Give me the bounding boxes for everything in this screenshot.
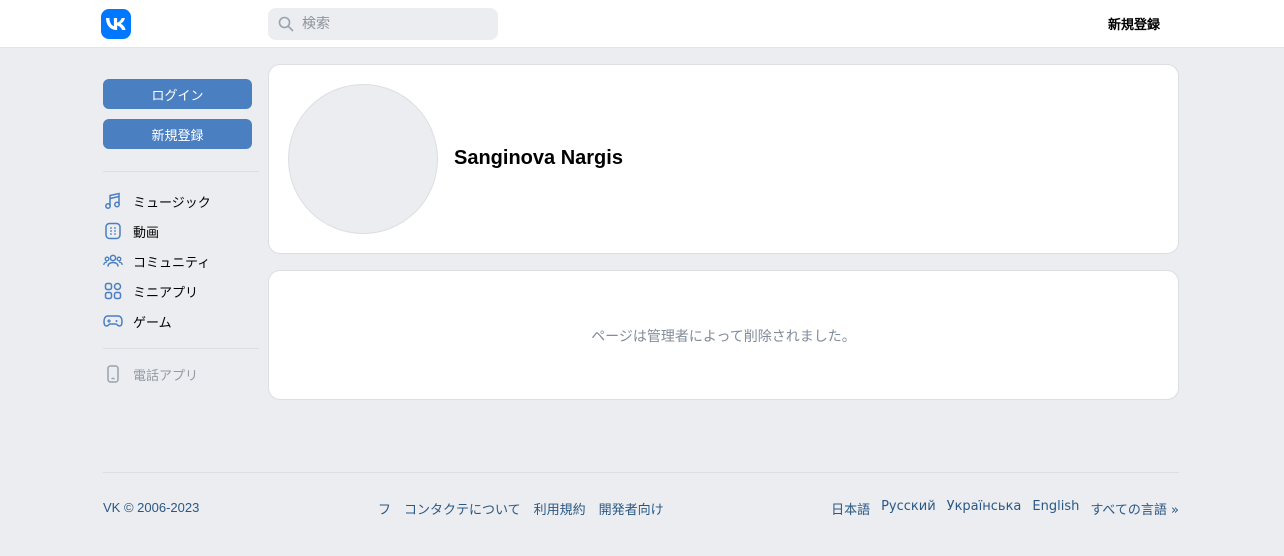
sidebar-item-community[interactable]: コミュニティ [103, 250, 210, 272]
sidebar-item-video[interactable]: 動画 [103, 220, 159, 242]
footer-link-terms[interactable]: 利用規約 [534, 499, 586, 518]
lang-all[interactable]: すべての言語 » [1090, 499, 1179, 518]
profile-header-card: Sanginova Nargis [268, 64, 1179, 254]
lang-russian[interactable]: Русский [881, 499, 936, 518]
sidebar-item-mini-apps[interactable]: ミニアプリ [103, 280, 198, 302]
sidebar-item-label: ゲーム [133, 315, 172, 331]
vk-logo[interactable] [101, 9, 131, 39]
signup-link[interactable]: 新規登録 [1108, 14, 1160, 33]
lang-ukrainian[interactable]: Українська [947, 499, 1022, 518]
footer-link-f[interactable]: フ [378, 499, 391, 518]
sidebar-item-label: コミュニティ [133, 255, 211, 271]
sidebar-divider [103, 171, 259, 172]
avatar [288, 84, 438, 234]
gamepad-icon [103, 311, 123, 331]
sidebar-item-label: 電話アプリ [133, 368, 199, 384]
language-links: 日本語 Русский Українська English すべての言語 » [831, 499, 1179, 518]
vk-logo-icon [106, 18, 126, 30]
video-icon [103, 221, 123, 241]
music-icon [103, 191, 123, 211]
lang-japanese[interactable]: 日本語 [831, 499, 870, 518]
copyright: VK © 2006-2023 [103, 500, 200, 515]
deleted-notice-card: ページは管理者によって削除されました。 [268, 270, 1179, 400]
mini-apps-icon [103, 281, 123, 301]
sidebar-item-label: 動画 [133, 225, 160, 241]
search-input[interactable] [302, 16, 492, 32]
profile-name: Sanginova Nargis [454, 147, 623, 169]
top-bar: 新規登録 [0, 0, 1284, 48]
footer-divider [103, 472, 1179, 473]
phone-icon [103, 364, 123, 384]
search-icon [278, 16, 294, 32]
sidebar-item-label: ミニアプリ [133, 285, 199, 301]
community-icon [103, 251, 123, 271]
search-box[interactable] [268, 8, 498, 40]
footer-links: フ コンタクテについて 利用規約 開発者向け [378, 499, 664, 518]
login-button[interactable]: ログイン [103, 79, 252, 109]
signup-button[interactable]: 新規登録 [103, 119, 252, 149]
sidebar-item-label: ミュージック [133, 195, 211, 211]
footer-link-developers[interactable]: 開発者向け [599, 499, 664, 518]
sidebar-item-music[interactable]: ミュージック [103, 190, 211, 212]
sidebar-item-phone-app[interactable]: 電話アプリ [103, 363, 198, 385]
deleted-message: ページは管理者によって削除されました。 [591, 329, 856, 345]
sidebar-item-games[interactable]: ゲーム [103, 310, 172, 332]
sidebar-divider [103, 348, 259, 349]
lang-english[interactable]: English [1032, 499, 1079, 518]
footer-link-about[interactable]: コンタクテについて [404, 499, 521, 518]
